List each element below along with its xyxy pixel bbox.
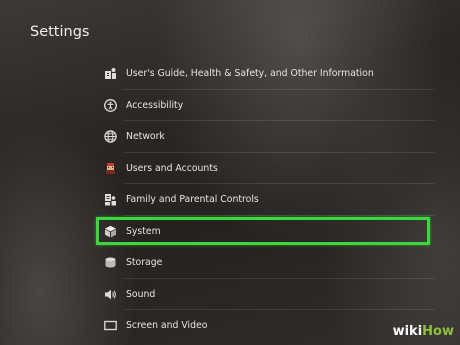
network-globe-icon bbox=[103, 130, 117, 144]
watermark-wiki: wiki bbox=[392, 324, 423, 339]
wikihow-watermark: wiki How bbox=[393, 324, 454, 339]
menu-item-screen-video[interactable]: Screen and Video bbox=[95, 310, 443, 342]
user-avatar-icon bbox=[103, 161, 117, 175]
menu-item-label: Users and Accounts bbox=[126, 162, 218, 174]
storage-icon bbox=[103, 256, 117, 270]
menu-item-label: Screen and Video bbox=[126, 320, 208, 332]
menu-item-users-accounts[interactable]: Users and Accounts bbox=[95, 153, 443, 184]
speaker-icon bbox=[103, 287, 117, 301]
menu-item-network[interactable]: Network bbox=[95, 121, 443, 153]
accessibility-icon bbox=[103, 98, 117, 112]
screen-icon bbox=[103, 319, 117, 333]
family-icon bbox=[103, 193, 117, 207]
settings-menu: User's Guide, Health & Safety, and Other… bbox=[95, 58, 443, 342]
menu-item-accessibility[interactable]: Accessibility bbox=[95, 90, 443, 121]
menu-item-users-guide[interactable]: User's Guide, Health & Safety, and Other… bbox=[95, 58, 443, 90]
menu-item-storage[interactable]: Storage bbox=[95, 247, 443, 279]
selection-highlight bbox=[96, 216, 430, 245]
menu-item-label: Accessibility bbox=[126, 99, 184, 111]
watermark-how: How bbox=[422, 324, 454, 339]
page-title: Settings bbox=[30, 24, 90, 40]
guide-icon bbox=[103, 67, 117, 81]
menu-item-label: Sound bbox=[126, 288, 156, 300]
menu-item-sound[interactable]: Sound bbox=[95, 279, 443, 310]
menu-item-label: Storage bbox=[126, 257, 163, 269]
menu-item-label: Network bbox=[126, 131, 165, 143]
menu-item-system[interactable]: System bbox=[95, 216, 443, 248]
menu-item-family-parental[interactable]: Family and Parental Controls bbox=[95, 184, 443, 216]
menu-item-label: Family and Parental Controls bbox=[126, 194, 259, 206]
menu-item-label: User's Guide, Health & Safety, and Other… bbox=[126, 68, 374, 80]
